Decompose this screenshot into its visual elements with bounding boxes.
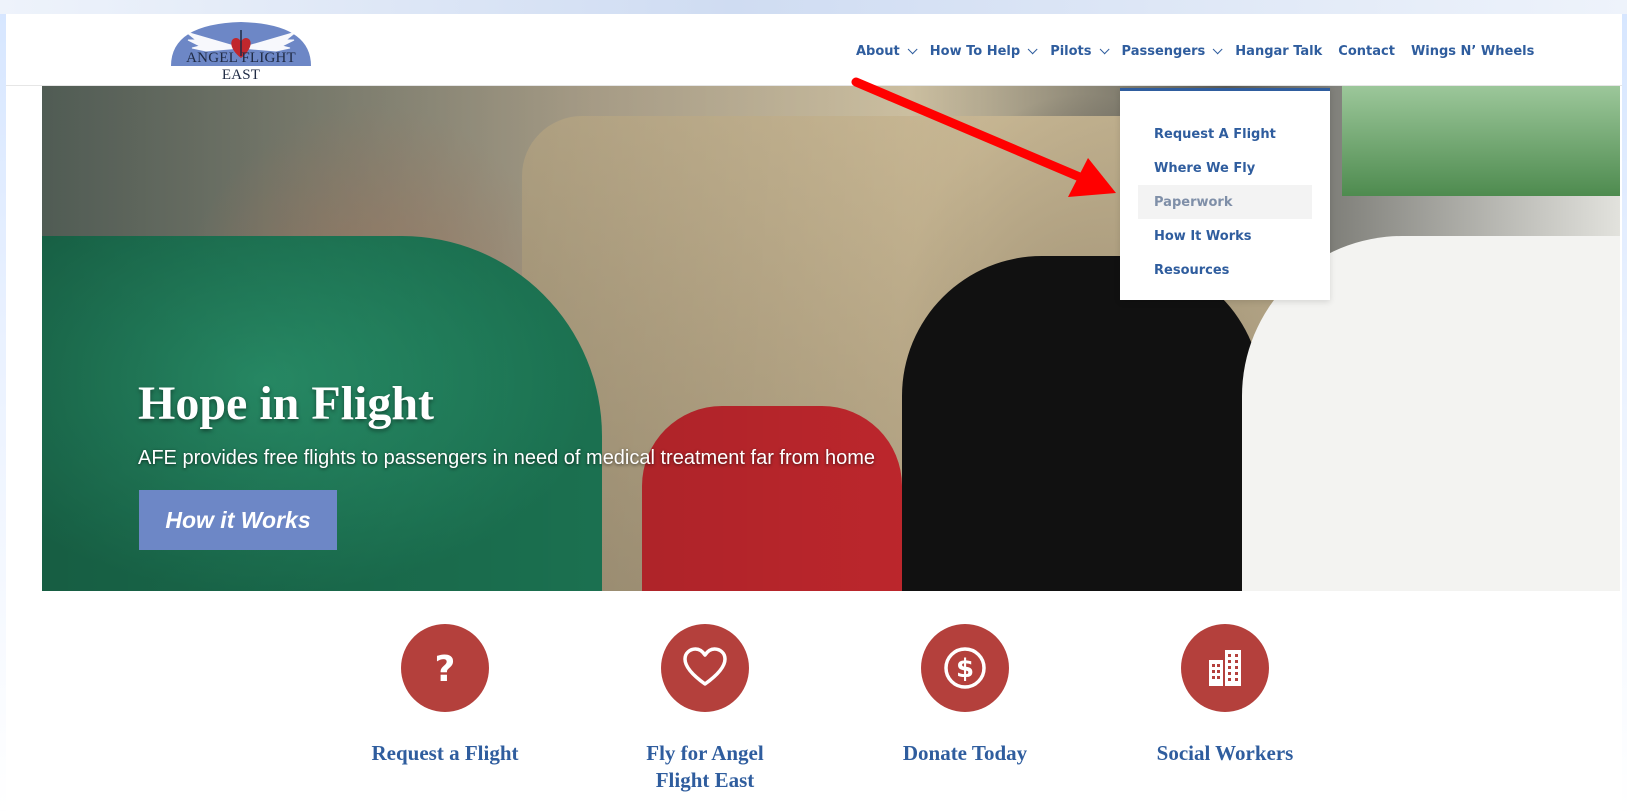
feature-label-line: Request a Flight bbox=[371, 741, 519, 765]
chevron-down-icon bbox=[1212, 43, 1223, 54]
nav-label: Pilots bbox=[1050, 43, 1092, 59]
dropdown-item-resources[interactable]: Resources bbox=[1138, 253, 1312, 287]
nav-contact[interactable]: Contact bbox=[1338, 44, 1395, 59]
svg-text:?: ? bbox=[435, 649, 456, 690]
nav-label: How To Help bbox=[929, 43, 1021, 59]
question-icon[interactable]: ? bbox=[401, 624, 489, 712]
logo-text: ANGEL FLIGHT EAST bbox=[186, 50, 296, 83]
dropdown-item-request-a-flight[interactable]: Request A Flight bbox=[1138, 117, 1312, 151]
dollar-icon[interactable]: $ bbox=[921, 624, 1009, 712]
passengers-dropdown-menu: Request A Flight Where We Fly Paperwork … bbox=[1120, 88, 1330, 300]
feature-label-line: Donate Today bbox=[902, 741, 1028, 765]
hero-title: Hope in Flight bbox=[138, 377, 435, 430]
feature-links: ? Request a Flight Fly for Angel Flight … bbox=[6, 624, 1622, 811]
feature-request-a-flight[interactable]: ? Request a Flight bbox=[350, 624, 540, 767]
feature-label[interactable]: Request a Flight bbox=[350, 740, 540, 767]
nav-hangar-talk[interactable]: Hangar Talk bbox=[1235, 44, 1322, 59]
nav-pilots[interactable]: Pilots bbox=[1050, 43, 1110, 59]
feature-donate-today[interactable]: $ Donate Today bbox=[870, 624, 1060, 767]
site-logo[interactable]: ANGEL FLIGHT EAST bbox=[166, 18, 316, 84]
feature-label[interactable]: Donate Today bbox=[870, 740, 1060, 767]
nav-passengers[interactable]: Passengers bbox=[1121, 43, 1223, 59]
feature-fly-for-angel-flight-east[interactable]: Fly for Angel Flight East bbox=[610, 624, 800, 794]
feature-label[interactable]: Social Workers bbox=[1130, 740, 1320, 767]
chevron-down-icon bbox=[1027, 43, 1038, 54]
dropdown-item-how-it-works[interactable]: How It Works bbox=[1138, 219, 1312, 253]
nav-label: Hangar Talk bbox=[1235, 43, 1323, 59]
page: ANGEL FLIGHT EAST About How To Help Pilo… bbox=[6, 14, 1622, 811]
chevron-down-icon bbox=[907, 43, 918, 54]
feature-social-workers[interactable]: Social Workers bbox=[1130, 624, 1320, 767]
building-icon[interactable] bbox=[1181, 624, 1269, 712]
hero-banner: Hope in Flight AFE provides free flights… bbox=[42, 86, 1620, 591]
nav-label: Contact bbox=[1338, 43, 1395, 59]
main-nav: About How To Help Pilots Passengers Hang… bbox=[856, 40, 1550, 62]
nav-wings-n-wheels[interactable]: Wings N’ Wheels bbox=[1411, 44, 1534, 59]
feature-label-line: Social Workers bbox=[1156, 741, 1294, 765]
chevron-down-icon bbox=[1099, 43, 1110, 54]
nav-label: Passengers bbox=[1121, 43, 1206, 59]
nav-about[interactable]: About bbox=[856, 43, 918, 59]
site-header: ANGEL FLIGHT EAST About How To Help Pilo… bbox=[6, 14, 1622, 86]
browser-top-strip bbox=[0, 0, 1627, 14]
dropdown-item-paperwork[interactable]: Paperwork bbox=[1138, 185, 1312, 219]
heart-icon[interactable] bbox=[661, 624, 749, 712]
nav-how-to-help[interactable]: How To Help bbox=[929, 43, 1038, 59]
nav-label: Wings N’ Wheels bbox=[1410, 43, 1535, 59]
feature-label-line: Flight East bbox=[655, 768, 755, 792]
feature-label-line: Fly for Angel bbox=[646, 741, 764, 765]
feature-label[interactable]: Fly for Angel Flight East bbox=[610, 740, 800, 794]
dropdown-item-where-we-fly[interactable]: Where We Fly bbox=[1138, 151, 1312, 185]
how-it-works-button[interactable]: How it Works bbox=[139, 490, 337, 550]
nav-label: About bbox=[856, 43, 900, 59]
hero-subtitle: AFE provides free flights to passengers … bbox=[138, 447, 876, 469]
svg-text:$: $ bbox=[956, 654, 974, 684]
